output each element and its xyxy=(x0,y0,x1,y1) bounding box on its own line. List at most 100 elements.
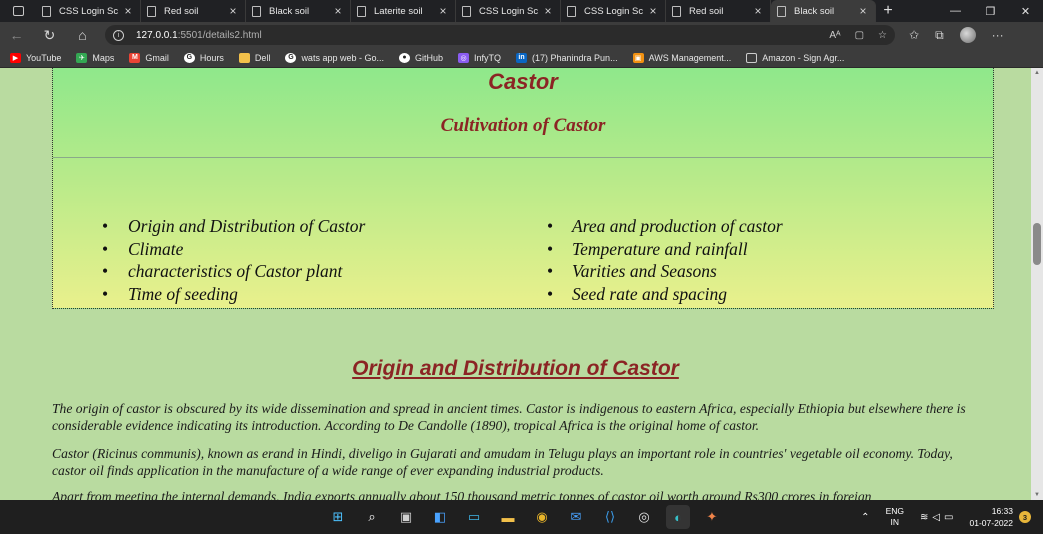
paragraph: Castor (Ricinus communis), known as eran… xyxy=(52,446,953,478)
chevron-up-icon[interactable]: ⌃ xyxy=(861,512,869,523)
toc-item[interactable]: Varities and Seasons xyxy=(498,260,943,283)
tab-red-soil-2[interactable]: Red soil × xyxy=(666,0,771,22)
bookmark-item[interactable]: Dell xyxy=(238,52,270,63)
scrollbar-thumb[interactable] xyxy=(1033,223,1041,265)
region-code: IN xyxy=(890,517,900,527)
read-aloud-icon[interactable]: Aᴬ xyxy=(829,30,840,41)
bookmark-item[interactable]: Amazon - Sign Agr... xyxy=(746,52,845,63)
close-icon[interactable]: × xyxy=(647,4,659,18)
bookmark-item[interactable]: ● GitHub xyxy=(398,52,443,63)
tab-black-soil-1[interactable]: Black soil × xyxy=(246,0,351,22)
maps-icon: ✈ xyxy=(76,52,88,63)
immersive-reader-icon[interactable]: ▢ xyxy=(855,30,864,41)
infytq-icon: ◎ xyxy=(458,52,469,63)
monitor-icon[interactable]: ▭ xyxy=(462,505,486,529)
tab-laterite-soil[interactable]: Laterite soil × xyxy=(351,0,456,22)
bookmark-item[interactable]: in (17) Phanindra Pun... xyxy=(516,52,618,63)
wifi-volume-battery-icons[interactable]: ≋◁▭ xyxy=(920,512,958,523)
clock[interactable]: 16:33 01-07-2022 xyxy=(970,505,1013,529)
scroll-down-icon[interactable]: ▼ xyxy=(1034,492,1040,498)
profile-avatar[interactable] xyxy=(959,27,976,43)
bookmarks-bar: ▶ YouTube ✈ Maps M Gmail G Hours Dell Gwats app w… xyxy=(0,48,1043,68)
bookmark-item[interactable]: ✈ Maps xyxy=(76,52,114,63)
search-icon[interactable]: ⌕ xyxy=(360,505,384,529)
tab-label: CSS Login Sc xyxy=(479,5,539,17)
window-controls: — ❐ ✕ xyxy=(938,0,1043,22)
tab-label: Red soil xyxy=(689,5,724,17)
widgets-icon[interactable]: ◧ xyxy=(428,505,452,529)
page-icon xyxy=(672,5,681,17)
vscode-icon[interactable]: ⟨⟩ xyxy=(598,505,622,529)
toc-item[interactable]: Climate xyxy=(53,238,498,261)
add-favorite-icon[interactable]: ☆ xyxy=(878,30,887,41)
start-icon[interactable]: ⊞ xyxy=(326,505,350,529)
notification-badge[interactable]: 3 xyxy=(1019,511,1031,523)
toc-item[interactable]: Area and production of castor xyxy=(498,215,943,238)
toc-item[interactable]: Temperature and rainfall xyxy=(498,238,943,261)
site-info-icon[interactable]: i xyxy=(113,29,124,41)
close-icon[interactable]: × xyxy=(857,4,869,18)
language-indicator[interactable]: ENG IN xyxy=(886,506,904,528)
favorites-icon[interactable]: ✩ xyxy=(909,28,919,42)
toc-item[interactable]: Time of seeding xyxy=(53,283,498,306)
new-tab-button[interactable]: + xyxy=(876,0,900,22)
bookmark-item[interactable]: ▶ YouTube xyxy=(10,52,61,63)
edge-icon[interactable]: ◐ xyxy=(666,505,690,529)
home-icon[interactable]: ⌂ xyxy=(66,27,99,43)
tab-actions-menu[interactable] xyxy=(0,0,36,22)
toc-item[interactable]: Seed rate and spacing xyxy=(498,283,943,306)
file-explorer-icon[interactable]: ▬ xyxy=(496,505,520,529)
address-bar[interactable]: i 127.0.0.1:5501/details2.html Aᴬ ▢ ☆ xyxy=(105,25,895,45)
bookmark-item[interactable]: G Hours xyxy=(183,52,224,63)
page-icon xyxy=(746,52,758,63)
close-icon[interactable]: × xyxy=(542,4,554,18)
folder-icon xyxy=(238,52,250,63)
close-icon[interactable]: × xyxy=(332,4,344,18)
more-menu-icon[interactable]: ··· xyxy=(992,28,1004,42)
tab-label: CSS Login Sc xyxy=(59,5,119,17)
mail-icon[interactable]: ✉ xyxy=(564,505,588,529)
bookmark-label: wats app web - Go... xyxy=(301,52,384,63)
bookmark-item[interactable]: M Gmail xyxy=(129,52,169,63)
window-close-icon[interactable]: ✕ xyxy=(1008,0,1043,22)
tab-css-login-2[interactable]: CSS Login Sc × xyxy=(456,0,561,22)
task-view-icon[interactable]: ▣ xyxy=(394,505,418,529)
clock-date: 01-07-2022 xyxy=(969,518,1013,528)
bookmark-label: AWS Management... xyxy=(648,52,732,63)
bookmark-item[interactable]: ◎ InfyTQ xyxy=(458,52,501,63)
toolbar-actions: ✩ ⧉ ··· xyxy=(909,27,1004,43)
tab-red-soil-1[interactable]: Red soil × xyxy=(141,0,246,22)
page-scrollbar[interactable]: ▲ ▼ xyxy=(1031,68,1043,500)
minimize-icon[interactable]: — xyxy=(938,0,973,22)
page-viewport: Castor Cultivation of Castor Origin and … xyxy=(0,68,1031,500)
close-icon[interactable]: × xyxy=(752,4,764,18)
chrome-icon[interactable]: ◉ xyxy=(530,505,554,529)
bookmark-label: Amazon - Sign Agr... xyxy=(762,52,845,63)
youtube-icon: ▶ xyxy=(10,52,21,63)
close-icon[interactable]: × xyxy=(122,4,134,18)
close-icon[interactable]: × xyxy=(227,4,239,18)
bookmark-label: (17) Phanindra Pun... xyxy=(532,52,618,63)
collections-icon[interactable]: ⧉ xyxy=(935,28,944,43)
git-icon[interactable]: ✦ xyxy=(700,505,724,529)
paragraph: The origin of castor is obscured by its … xyxy=(52,401,966,433)
tab-black-soil-active[interactable]: Black soil × xyxy=(771,0,876,22)
tab-label: Laterite soil xyxy=(374,5,423,17)
toc-item[interactable]: characteristics of Castor plant xyxy=(53,260,498,283)
system-tray: ⌃ ENG IN ≋◁▭ 16:33 01-07-2022 3 xyxy=(861,500,1031,534)
scroll-up-icon[interactable]: ▲ xyxy=(1034,70,1040,76)
bookmark-label: Hours xyxy=(199,52,224,63)
page-icon xyxy=(567,5,576,17)
bookmark-label: Gmail xyxy=(145,52,169,63)
reload-icon[interactable]: ↻ xyxy=(33,27,66,44)
toc-item[interactable]: Origin and Distribution of Castor xyxy=(53,215,498,238)
tab-css-login-1[interactable]: CSS Login Sc × xyxy=(36,0,141,22)
close-icon[interactable]: × xyxy=(437,4,449,18)
tab-css-login-3[interactable]: CSS Login Sc × xyxy=(561,0,666,22)
bookmark-item[interactable]: Gwats app web - Go... xyxy=(285,52,384,63)
restore-icon[interactable]: ❐ xyxy=(973,0,1008,22)
back-icon[interactable]: ← xyxy=(0,27,33,43)
url-path: :5501/details2.html xyxy=(177,29,262,41)
media-player-icon[interactable]: ◎ xyxy=(632,505,656,529)
bookmark-item[interactable]: ▣ AWS Management... xyxy=(632,52,732,63)
